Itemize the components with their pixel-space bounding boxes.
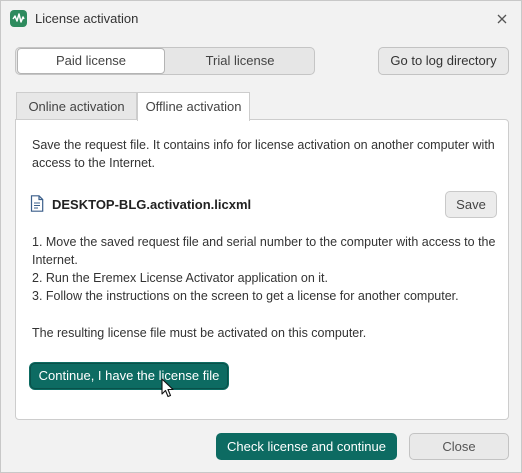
instruction-steps: 1. Move the saved request file and seria… xyxy=(32,233,502,305)
step-item: 1. Move the saved request file and seria… xyxy=(32,235,496,267)
close-icon[interactable] xyxy=(493,10,511,28)
result-note: The resulting license file must be activ… xyxy=(32,326,367,340)
offline-activation-panel: Save the request file. It contains info … xyxy=(15,119,509,420)
title-bar: License activation xyxy=(1,1,521,37)
continue-with-license-file-button[interactable]: Continue, I have the license file xyxy=(30,363,228,389)
paid-license-option[interactable]: Paid license xyxy=(17,48,165,74)
trial-license-option[interactable]: Trial license xyxy=(166,48,314,74)
tab-online-activation[interactable]: Online activation xyxy=(16,92,137,120)
license-type-switch: Paid license Trial license xyxy=(15,47,315,75)
request-file-name: DESKTOP-BLG.activation.licxml xyxy=(52,197,252,212)
mouse-cursor-icon xyxy=(161,378,175,398)
file-icon xyxy=(30,195,44,212)
close-button[interactable]: Close xyxy=(409,433,509,460)
window-title: License activation xyxy=(35,11,139,26)
tab-offline-activation[interactable]: Offline activation xyxy=(137,92,250,121)
step-item: 3. Follow the instructions on the screen… xyxy=(32,289,459,303)
check-license-and-continue-button[interactable]: Check license and continue xyxy=(216,433,397,460)
save-button[interactable]: Save xyxy=(445,191,497,218)
intro-text: Save the request file. It contains info … xyxy=(32,138,495,170)
license-activation-window: License activation Paid license Trial li… xyxy=(0,0,522,473)
app-logo-icon xyxy=(10,10,27,27)
step-item: 2. Run the Eremex License Activator appl… xyxy=(32,271,328,285)
go-to-log-directory-button[interactable]: Go to log directory xyxy=(378,47,509,75)
